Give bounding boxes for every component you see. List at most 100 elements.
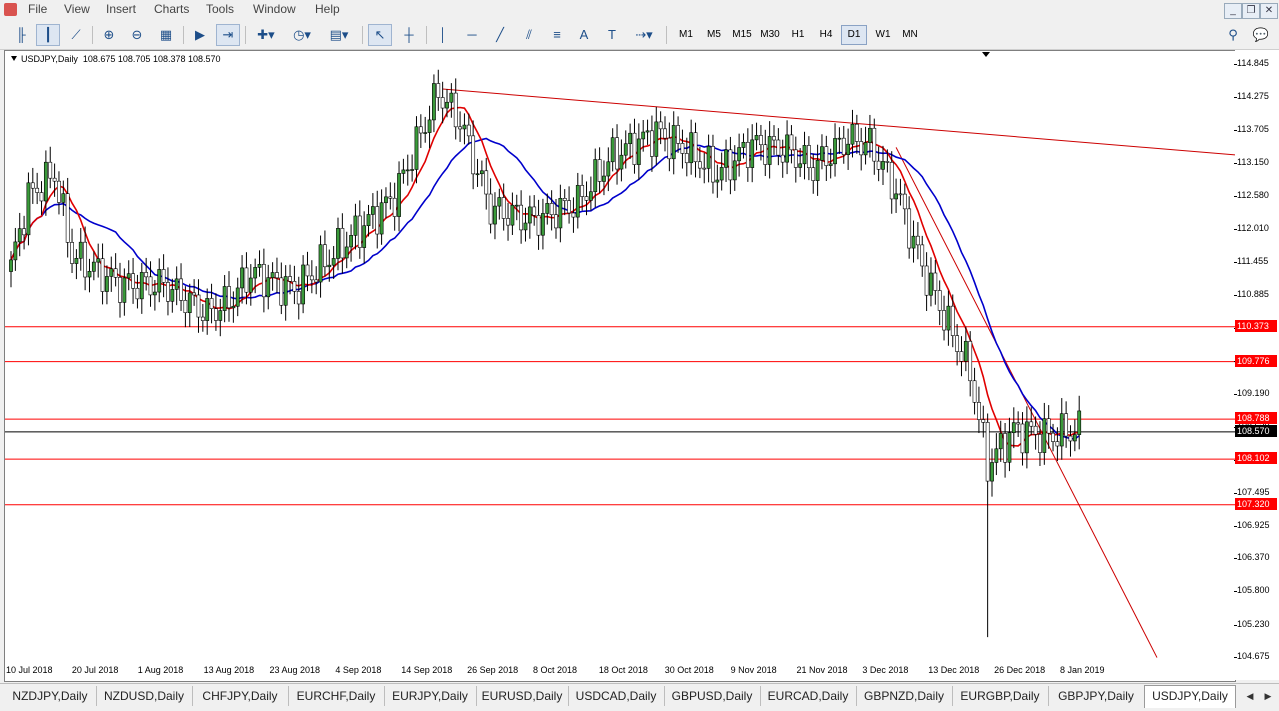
candle-body	[13, 241, 18, 261]
symbol-tab[interactable]: NZDJPY,Daily	[4, 686, 97, 706]
candle-body	[667, 137, 672, 160]
candle-body	[152, 291, 157, 296]
menu-view[interactable]: View	[64, 2, 90, 16]
candle-body	[567, 200, 571, 214]
time-axis: 10 Jul 2018 20 Jul 2018 1 Aug 2018 13 Aug 2…	[4, 661, 1234, 679]
candle-body	[759, 135, 763, 146]
timeframe-h4[interactable]: H4	[814, 26, 838, 44]
search-icon[interactable]: ⚲	[1222, 25, 1244, 45]
text-label-icon[interactable]: T	[601, 25, 623, 45]
text-tool-icon[interactable]: A	[573, 25, 595, 45]
timeframe-m1[interactable]: M1	[674, 26, 698, 44]
candle-body	[846, 143, 851, 156]
menu-window[interactable]: Window	[253, 2, 296, 16]
candle-body	[506, 218, 510, 226]
candle-body	[366, 214, 371, 227]
equidistant-channel-icon[interactable]: ⫽	[518, 25, 540, 45]
candle-body	[9, 259, 13, 272]
menu-file[interactable]: File	[28, 2, 47, 16]
trendline-icon[interactable]: ╱	[489, 25, 511, 45]
auto-scroll-icon[interactable]: ▶	[189, 25, 211, 45]
menu-help[interactable]: Help	[315, 2, 340, 16]
menu-charts[interactable]: Charts	[154, 2, 189, 16]
zoom-in-icon[interactable]: ⊕	[98, 25, 120, 45]
candle-body	[370, 206, 375, 215]
candle-body	[336, 228, 340, 259]
candle-body	[275, 272, 279, 279]
time-tick-label: 1 Aug 2018	[137, 665, 184, 675]
symbol-tab[interactable]: GBPUSD,Daily	[664, 686, 761, 706]
candle-body	[427, 119, 432, 133]
candle-body	[806, 145, 811, 169]
templates-icon[interactable]: ▤▾	[324, 25, 354, 45]
line-chart-icon[interactable]: ⟋	[65, 25, 87, 45]
symbol-tab[interactable]: GBPJPY,Daily	[1048, 686, 1145, 706]
candle-body	[240, 267, 244, 289]
timeframe-mn[interactable]: MN	[898, 26, 922, 44]
candle-body	[1072, 434, 1077, 442]
chart-area[interactable]: USDJPY,Daily 108.675 108.705 108.378 108…	[4, 50, 1236, 682]
tab-scroll-right-icon[interactable]: ▶	[1260, 687, 1276, 705]
candle-body	[405, 169, 410, 172]
candlestick-chart-icon[interactable]: ┃	[36, 24, 60, 46]
chat-icon[interactable]: 💬	[1250, 25, 1272, 45]
symbol-tab[interactable]: NZDUSD,Daily	[96, 686, 193, 706]
symbol-tab[interactable]: USDCAD,Daily	[568, 686, 665, 706]
candle-body	[881, 161, 885, 170]
fibonacci-icon[interactable]: ≡	[546, 25, 568, 45]
close-icon[interactable]: ✕	[1260, 3, 1278, 19]
candle-body	[161, 269, 166, 283]
candle-body	[654, 121, 659, 157]
candle-body	[767, 136, 772, 165]
menu-tools[interactable]: Tools	[206, 2, 234, 16]
candle-body	[728, 149, 733, 181]
arrows-icon[interactable]: ⇢▾	[630, 25, 658, 45]
tile-windows-icon[interactable]: ▦	[155, 25, 177, 45]
chart-shift-icon[interactable]: ⇥	[216, 24, 240, 46]
candle-body	[554, 214, 558, 229]
symbol-tab[interactable]: EURJPY,Daily	[384, 686, 477, 706]
menu-insert[interactable]: Insert	[106, 2, 136, 16]
candle-body	[384, 196, 388, 204]
symbol-tab[interactable]: EURCAD,Daily	[760, 686, 857, 706]
candle-body	[793, 149, 798, 168]
indicators-icon[interactable]: ✚▾	[252, 25, 280, 45]
timeframe-m30[interactable]: M30	[757, 26, 783, 44]
symbol-tab[interactable]: USDJPY,Daily	[1144, 685, 1236, 708]
candle-body	[318, 244, 323, 283]
candle-body	[432, 83, 436, 121]
symbol-tab[interactable]: EURCHF,Daily	[288, 686, 385, 706]
timeframe-d1[interactable]: D1	[841, 25, 867, 45]
candle-body	[937, 290, 942, 311]
candle-body	[885, 161, 890, 163]
symbol-tab[interactable]: EURGBP,Daily	[952, 686, 1049, 706]
candle-body	[65, 193, 70, 243]
tab-scroll-left-icon[interactable]: ◀	[1242, 687, 1258, 705]
timeframe-h1[interactable]: H1	[786, 26, 810, 44]
timeframe-w1[interactable]: W1	[871, 26, 895, 44]
vertical-line-icon[interactable]: │	[432, 25, 454, 45]
timeframe-m15[interactable]: M15	[729, 26, 755, 44]
candle-body	[902, 193, 907, 210]
bar-chart-icon[interactable]: ╟	[10, 25, 32, 45]
minimize-icon[interactable]: _	[1224, 3, 1242, 19]
crosshair-icon[interactable]: ┼	[398, 25, 420, 45]
symbol-tab[interactable]: EURUSD,Daily	[476, 686, 569, 706]
symbol-tab[interactable]: GBPNZD,Daily	[856, 686, 953, 706]
candle-body	[283, 276, 288, 306]
toolbar-separator	[92, 26, 93, 44]
toolbar-separator	[183, 26, 184, 44]
candle-body	[929, 272, 933, 296]
horizontal-line-icon[interactable]: ─	[461, 25, 483, 45]
symbol-tab[interactable]: CHFJPY,Daily	[192, 686, 289, 706]
candle-body	[697, 161, 702, 169]
period-clock-icon[interactable]: ◷▾	[288, 25, 316, 45]
timeframe-m5[interactable]: M5	[702, 26, 726, 44]
candle-body	[471, 135, 476, 175]
restore-icon[interactable]: ❐	[1242, 3, 1260, 19]
candle-body	[549, 203, 554, 216]
candlestick-chart[interactable]	[5, 51, 1235, 681]
candle-body	[118, 277, 122, 303]
cursor-icon[interactable]: ↖	[368, 24, 392, 46]
zoom-out-icon[interactable]: ⊖	[126, 25, 148, 45]
